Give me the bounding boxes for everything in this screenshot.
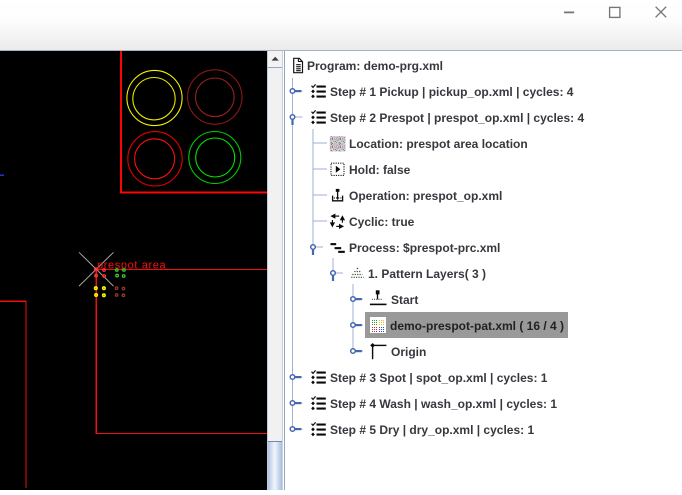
svg-text:prespot area: prespot area: [97, 260, 166, 272]
